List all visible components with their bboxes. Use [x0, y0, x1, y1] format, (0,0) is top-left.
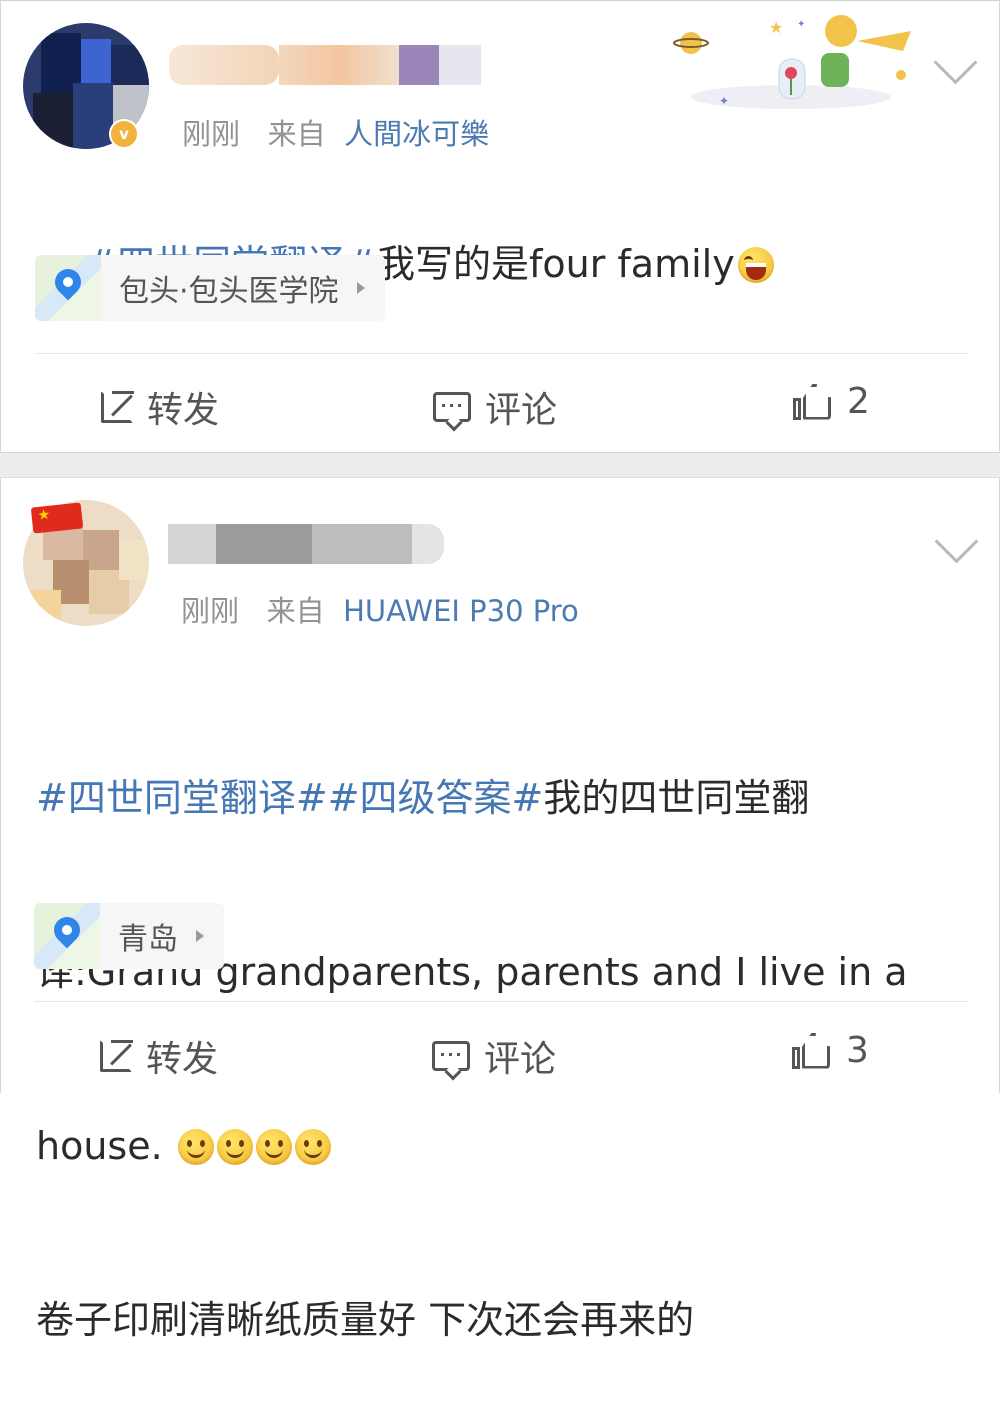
location-chip[interactable]: 包头·包头医学院: [35, 255, 385, 321]
smile-emoji-icon: [294, 1129, 331, 1165]
post-source[interactable]: 人間冰可樂: [344, 117, 489, 151]
comment-icon: [433, 392, 471, 422]
share-icon: [101, 391, 134, 423]
location-pin-icon: [48, 911, 86, 949]
smile-emoji-icon: [255, 1129, 292, 1165]
location-label: 青岛: [118, 922, 178, 957]
divider: [35, 353, 969, 354]
comment-label: 评论: [485, 390, 558, 431]
comment-button[interactable]: 评论: [433, 381, 557, 433]
like-count: 3: [846, 1030, 869, 1071]
smile-emoji-icon: [177, 1129, 214, 1165]
username-blurred[interactable]: [168, 524, 444, 564]
repost-label: 转发: [146, 1039, 219, 1080]
share-icon: [100, 1040, 133, 1072]
map-thumbnail: [35, 255, 101, 321]
post-body-text: 我的四世同堂翻: [543, 776, 810, 820]
svg-text:✦: ✦: [719, 94, 729, 108]
post-source[interactable]: HUAWEI P30 Pro: [343, 594, 579, 628]
post-time: 刚刚: [181, 594, 240, 628]
post-meta: 刚刚 来自 HUAWEI P30 Pro: [181, 588, 579, 630]
post-line-1: #四世同堂翻译##四级答案#我的四世同堂翻: [36, 769, 936, 827]
svg-text:★: ★: [769, 18, 783, 37]
svg-text:✦: ✦: [797, 19, 805, 30]
china-flag-icon: [30, 502, 84, 534]
arrow-right-icon: [196, 930, 204, 942]
repost-button[interactable]: 转发: [100, 1030, 218, 1082]
post-from-label: 来自: [267, 117, 326, 151]
feed-separator: [0, 452, 1000, 478]
hashtag-link[interactable]: #四世同堂翻译#: [36, 776, 328, 820]
repost-button[interactable]: 转发: [101, 381, 219, 433]
chevron-down-icon[interactable]: [933, 40, 978, 85]
comment-button[interactable]: 评论: [432, 1030, 556, 1082]
post-body-text: house.: [36, 1124, 175, 1168]
like-count: 2: [847, 381, 870, 422]
post-meta: 刚刚 来自 人間冰可樂: [182, 111, 489, 153]
divider: [34, 1001, 968, 1002]
little-prince-decoration: ★ ✦ ✦: [673, 15, 911, 109]
smile-emoji-icon: [216, 1129, 253, 1165]
comment-label: 评论: [484, 1039, 557, 1080]
location-label: 包头·包头医学院: [119, 274, 339, 309]
post-card: v 刚刚 来自 人間冰可樂 ★ ✦ ✦ #四世同堂翻译#我写的是four fam…: [0, 0, 1000, 452]
comment-icon: [432, 1041, 470, 1071]
thumbs-up-icon: [793, 382, 833, 422]
post-time: 刚刚: [182, 117, 241, 151]
location-chip[interactable]: 青岛: [34, 903, 224, 969]
like-button[interactable]: 2: [793, 381, 870, 422]
thumbs-up-icon: [792, 1031, 832, 1071]
repost-label: 转发: [147, 390, 220, 431]
arrow-right-icon: [356, 282, 365, 294]
verified-badge-icon: v: [109, 119, 139, 149]
post-line-4: 卷子印刷清晰纸质量好 下次还会再来的: [36, 1298, 695, 1342]
post-line-3: house.: [36, 1117, 936, 1175]
map-thumbnail: [34, 903, 100, 969]
username-blurred[interactable]: [169, 45, 481, 85]
post-from-label: 来自: [266, 594, 325, 628]
hashtag-link[interactable]: #四级答案#: [328, 776, 544, 820]
post-body-text: 我写的是four family: [377, 242, 735, 286]
like-button[interactable]: 3: [792, 1030, 869, 1071]
location-pin-icon: [49, 263, 87, 301]
laugh-emoji-icon: [737, 247, 774, 283]
